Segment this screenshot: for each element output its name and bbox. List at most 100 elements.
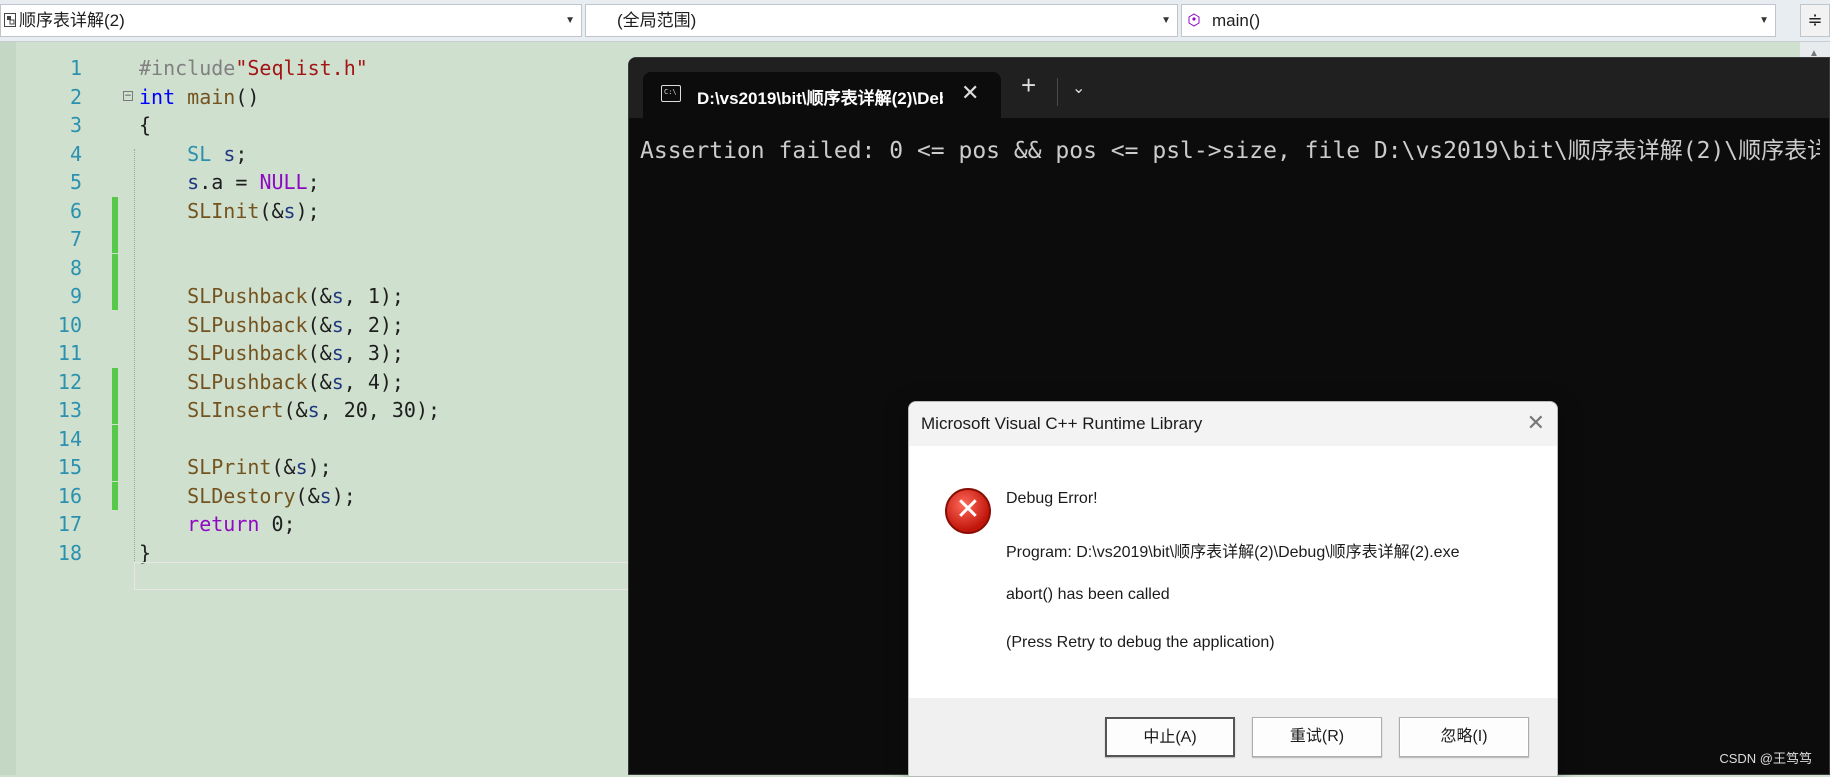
line-number: 17 [57, 512, 82, 536]
code-line[interactable]: 6 SLInit(&s); [0, 196, 640, 225]
chevron-down-icon: ▼ [1161, 15, 1171, 26]
code-line[interactable]: 2 − int main() [0, 83, 640, 111]
code-line[interactable]: 7 [0, 225, 640, 253]
code-line[interactable]: 14 [0, 424, 640, 453]
code-token: "Seqlist.h" [235, 56, 368, 80]
code-line[interactable]: 13 SLInsert(&s, 20, 30); [0, 396, 640, 424]
project-name: 顺序表详解(2) [19, 11, 125, 30]
line-number: 10 [57, 312, 82, 337]
project-dropdown[interactable]: 顺序表详解(2) ▼ [0, 4, 582, 37]
code-line[interactable]: 3{ [0, 111, 640, 139]
line-number: 11 [57, 341, 82, 365]
chevron-down-icon[interactable]: ⌄ [1072, 78, 1085, 98]
line-number: 18 [57, 540, 82, 565]
error-icon: ✕ [945, 488, 991, 534]
navigation-bar: 顺序表详解(2) ▼ (全局范围) ▼ main() ▼ ≑ [0, 0, 1830, 42]
close-icon[interactable]: ✕ [1527, 410, 1545, 436]
code-text: #include"Seqlist.h" [139, 54, 368, 82]
code-line[interactable]: 1 #include"Seqlist.h" [0, 54, 640, 82]
code-token: , 20, 30); [319, 398, 441, 422]
code-token: s [307, 398, 320, 422]
code-token: ; [235, 141, 248, 166]
code-token: ; [307, 170, 320, 194]
code-token: .a = [199, 170, 260, 194]
retry-button[interactable]: 重试(R) [1252, 717, 1382, 757]
code-token: { [139, 113, 152, 137]
line-number: 2 [69, 84, 82, 109]
chevron-down-icon: ▼ [565, 15, 575, 26]
line-number: 1 [69, 56, 82, 80]
code-line[interactable]: 17 return 0; [0, 510, 640, 538]
code-token: return [187, 512, 260, 536]
code-text: SLPushback(&s, 4); [139, 368, 404, 396]
code-token: s [331, 341, 344, 365]
code-text: SLInsert(&s, 20, 30); [139, 396, 440, 424]
collapse-icon[interactable]: − [123, 90, 133, 101]
line-number: 5 [69, 170, 82, 194]
code-text: { [139, 111, 151, 139]
line-number: 4 [69, 141, 82, 166]
code-token: } [139, 540, 152, 565]
line-number: 15 [57, 455, 82, 479]
code-token: main [187, 84, 236, 109]
code-token: (& [259, 198, 284, 223]
code-line[interactable]: 11 SLPushback(&s, 3); [0, 339, 640, 367]
terminal-tab-title: D:\vs2019\bit\顺序表详解(2)\Debug\顺序表详解(2).ex… [697, 89, 943, 108]
dialog-button-area: 中止(A) 重试(R) 忽略(I) [909, 698, 1557, 776]
code-line[interactable]: 15 SLPrint(&s); [0, 453, 640, 481]
dialog-title: Microsoft Visual C++ Runtime Library [921, 414, 1203, 433]
close-icon[interactable]: ✕ [961, 80, 979, 106]
member-value: main() [1212, 11, 1261, 30]
scope-dropdown[interactable]: (全局范围) ▼ [585, 4, 1178, 37]
cmd-icon: C:\ [661, 85, 681, 102]
code-token: () [235, 84, 260, 109]
change-marker [112, 453, 118, 481]
new-tab-plus-icon[interactable]: + [1021, 70, 1036, 101]
line-number: 3 [69, 113, 82, 137]
code-line[interactable]: 16 SLDestory(&s); [0, 481, 640, 510]
code-token: s [223, 141, 236, 166]
change-marker [112, 196, 118, 225]
code-token: , 4); [343, 369, 404, 394]
code-token: (& [295, 483, 320, 508]
method-icon [1188, 13, 1200, 27]
code-text: s.a = NULL; [139, 168, 320, 196]
line-number: 6 [69, 198, 82, 223]
code-line[interactable]: 5 s.a = NULL; [0, 168, 640, 196]
change-marker [112, 253, 118, 282]
split-icon[interactable]: ≑ [1800, 4, 1830, 37]
code-token: s [331, 284, 344, 308]
code-line[interactable]: 4 SL s; [0, 140, 640, 168]
code-text: SLPushback(&s, 2); [139, 311, 404, 339]
abort-button[interactable]: 中止(A) [1105, 717, 1235, 757]
terminal-tab[interactable]: C:\ D:\vs2019\bit\顺序表详解(2)\Debug\顺序表详解(2… [643, 72, 1001, 118]
indent-guide [134, 149, 135, 579]
ignore-button[interactable]: 忽略(I) [1399, 717, 1529, 757]
code-token: s [331, 312, 344, 337]
code-line[interactable]: 12 SLPushback(&s, 4); [0, 367, 640, 396]
code-line[interactable]: 8 [0, 253, 640, 282]
code-line[interactable]: 9 SLPushback(&s, 1); [0, 282, 640, 310]
member-dropdown[interactable]: main() ▼ [1181, 4, 1776, 37]
code-text: SL s; [139, 140, 247, 168]
code-token: 0; [259, 512, 296, 536]
code-text: int main() [139, 83, 259, 111]
code-token: SLPrint [187, 455, 272, 479]
code-token: #include [139, 56, 236, 80]
code-text: SLPushback(&s, 1); [139, 282, 404, 310]
line-number: 14 [57, 426, 82, 451]
code-token: s [331, 369, 344, 394]
dialog-heading: Debug Error! [1006, 490, 1098, 507]
code-token: (& [307, 312, 332, 337]
tab-separator [1057, 78, 1058, 106]
code-token: (& [271, 455, 296, 479]
code-line[interactable]: 10 SLPushback(&s, 2); [0, 311, 640, 339]
